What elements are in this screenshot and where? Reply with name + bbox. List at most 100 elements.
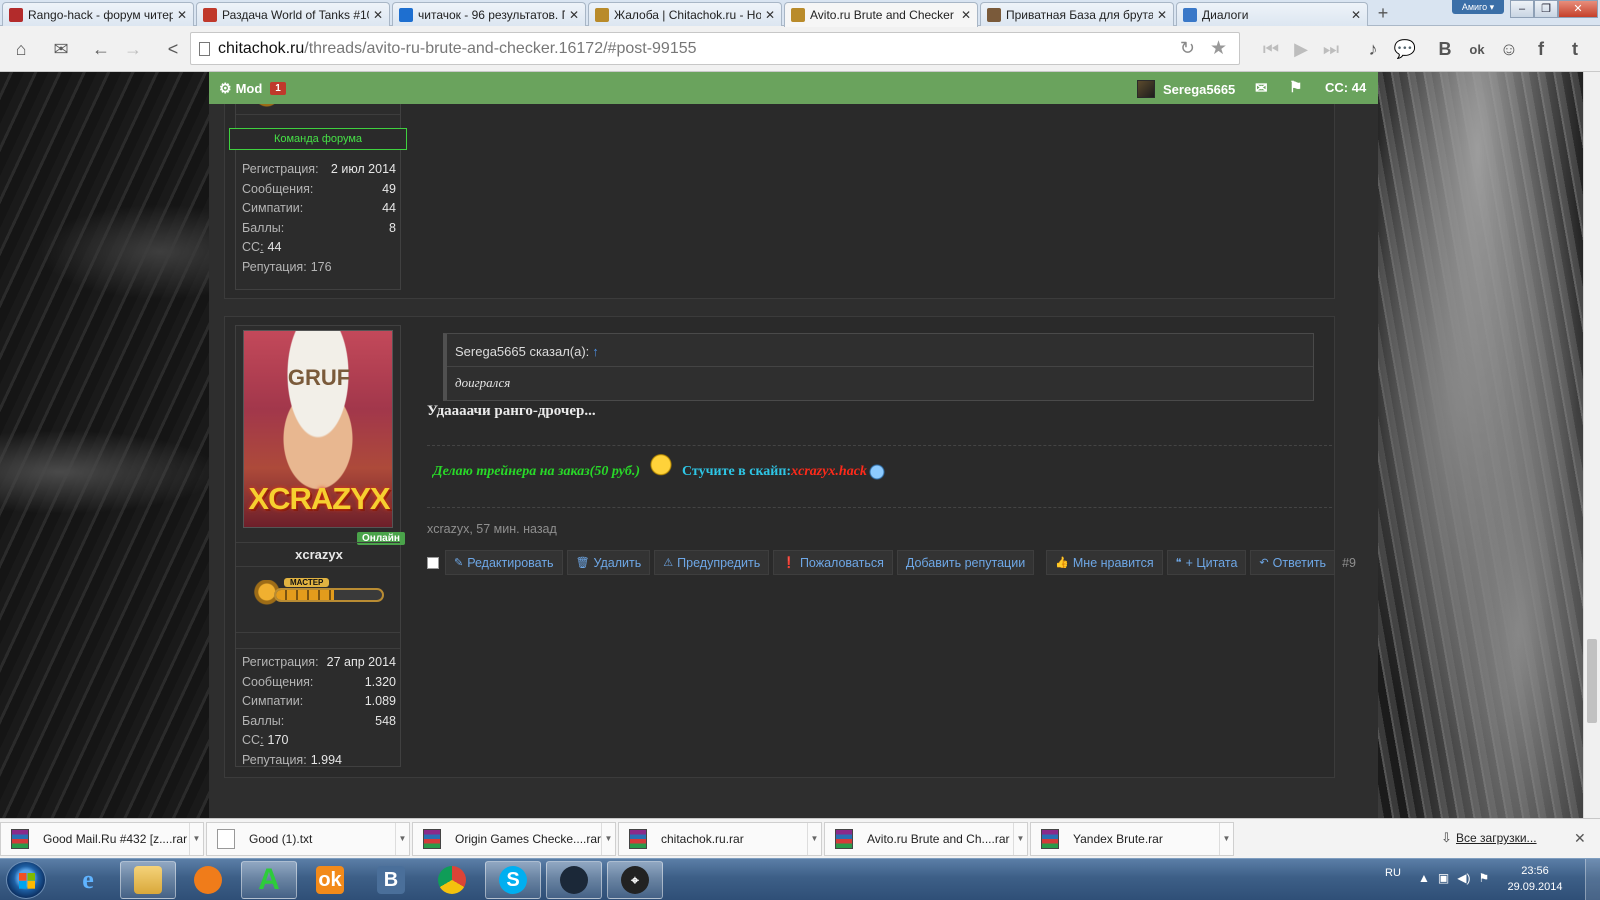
mod-menu[interactable]: ⚙ Mod 1 xyxy=(219,80,286,97)
window-close-button[interactable]: ✕ xyxy=(1558,0,1598,18)
amigo-menu-button[interactable]: Амиго ▾ xyxy=(1452,0,1504,14)
chevron-down-icon[interactable]: ▼ xyxy=(395,823,409,855)
page-scrollbar[interactable] xyxy=(1583,72,1600,818)
fast-forward-icon[interactable]: ⏭ xyxy=(1316,34,1346,64)
warn-button[interactable]: ⚠ Предупредить xyxy=(654,550,770,575)
vk-app-icon[interactable]: B xyxy=(363,861,419,899)
select-post-checkbox[interactable] xyxy=(427,556,439,569)
chevron-down-icon[interactable]: ▼ xyxy=(1219,823,1233,855)
user-avatar[interactable]: GRUF XCRAZYX xyxy=(243,330,393,528)
chevron-down-icon[interactable]: ▼ xyxy=(1013,823,1027,855)
add-reputation-button[interactable]: Добавить репутации xyxy=(896,550,1035,575)
start-button[interactable] xyxy=(6,861,46,899)
download-item[interactable]: Origin Games Checke....rar ▼ xyxy=(412,822,616,856)
delete-button[interactable]: 🗑 Удалить xyxy=(566,550,651,575)
download-filename: Yandex Brute.rar xyxy=(1073,832,1163,846)
close-icon[interactable]: ✕ xyxy=(569,8,579,22)
steam-icon[interactable] xyxy=(546,861,602,899)
volume-icon[interactable]: ◀) xyxy=(1457,871,1470,885)
post-meta[interactable]: xcrazyx, 57 мин. назад xyxy=(427,522,557,536)
download-item[interactable]: Yandex Brute.rar ▼ xyxy=(1030,822,1234,856)
forward-icon[interactable]: → xyxy=(118,34,148,64)
close-icon[interactable]: ✕ xyxy=(961,8,971,22)
download-item[interactable]: chitachok.ru.rar ▼ xyxy=(618,822,822,856)
download-item[interactable]: Good Mail.Ru #432 [z....rar ▼ xyxy=(0,822,204,856)
downloads-shelf: Good Mail.Ru #432 [z....rar ▼ Good (1).tx… xyxy=(0,818,1600,858)
music-icon[interactable]: ♪ xyxy=(1358,34,1388,64)
download-item[interactable]: Avito.ru Brute and Ch....rar ▼ xyxy=(824,822,1028,856)
action-center-icon[interactable]: ⚑ xyxy=(1478,871,1489,885)
friends-icon[interactable]: ☺ xyxy=(1494,34,1524,64)
chrome-icon[interactable] xyxy=(424,861,480,899)
maximize-button[interactable]: ❐ xyxy=(1534,0,1558,18)
tab-world-of-tanks[interactable]: Раздача World of Tanks #10 ✕ xyxy=(196,2,390,26)
all-downloads-link[interactable]: Все загрузки... xyxy=(1456,831,1537,845)
tab-avito-brute-active[interactable]: Avito.ru Brute and Checker | ✕ xyxy=(784,2,978,27)
show-desktop-button[interactable] xyxy=(1585,859,1600,900)
post-username[interactable]: xcrazyx xyxy=(236,547,402,562)
skype-icon[interactable]: S xyxy=(485,861,541,899)
close-icon[interactable]: ✕ xyxy=(765,8,775,22)
odnoklassniki-app-icon[interactable]: ok xyxy=(302,861,358,899)
forum-top-nav: ⚙ Mod 1 Serega5665 ✉ ⚑ CC: 44 xyxy=(209,72,1378,104)
vk-icon[interactable]: B xyxy=(1430,34,1460,64)
quote-jump-arrow-icon[interactable]: ↑ xyxy=(592,344,599,359)
message-previous: Команда форума Регистрация: 2 июл 2014 Со… xyxy=(224,72,1335,299)
tab-dialogs[interactable]: Диалоги ✕ xyxy=(1176,2,1368,26)
app-store-icon[interactable]: ⌖ xyxy=(607,861,663,899)
new-tab-button[interactable]: + xyxy=(1370,2,1396,24)
tab-search-results[interactable]: читачок - 96 результатов. П ✕ xyxy=(392,2,586,26)
home-icon[interactable]: ⌂ xyxy=(6,34,36,64)
bookmark-star-icon[interactable]: ★ xyxy=(1210,37,1227,60)
tab-rango-hack[interactable]: Rango-hack - форум читер ✕ xyxy=(2,2,194,26)
tab-label: Rango-hack - форум читер xyxy=(28,7,173,22)
chevron-down-icon[interactable]: ▼ xyxy=(189,823,203,855)
download-item[interactable]: Good (1).txt ▼ xyxy=(206,822,410,856)
edit-button[interactable]: ✎ Редактировать xyxy=(445,550,563,575)
odnoklassniki-icon[interactable]: ok xyxy=(1462,34,1492,64)
reload-icon[interactable]: ↻ xyxy=(1180,38,1195,59)
signature: Делаю трейнера на заказ(50 руб.) Стучите… xyxy=(433,453,885,485)
media-player-icon[interactable] xyxy=(180,861,236,899)
show-hidden-icons-icon[interactable]: ▲ xyxy=(1418,871,1430,885)
rar-file-icon xyxy=(835,829,853,849)
amigo-browser-icon[interactable]: A xyxy=(241,861,297,899)
share-icon[interactable]: < xyxy=(158,34,188,64)
like-button[interactable]: 👍 Мне нравится xyxy=(1046,550,1163,575)
close-icon[interactable]: ✕ xyxy=(1574,830,1586,847)
mail-icon[interactable]: ✉ xyxy=(46,34,76,64)
play-icon[interactable]: ▶ xyxy=(1286,34,1316,64)
internet-explorer-icon[interactable]: e xyxy=(60,861,116,899)
network-icon[interactable]: ▣ xyxy=(1438,871,1449,885)
facebook-icon[interactable]: f xyxy=(1526,34,1556,64)
language-indicator[interactable]: RU xyxy=(1385,867,1401,879)
quote-button[interactable]: ❝ + Цитата xyxy=(1166,550,1247,575)
clock-time: 23:56 xyxy=(1521,865,1549,877)
forum-content: Команда форума Регистрация: 2 июл 2014 Со… xyxy=(209,72,1378,818)
back-icon[interactable]: ← xyxy=(86,34,116,64)
chevron-down-icon[interactable]: ▼ xyxy=(601,823,615,855)
chat-icon[interactable]: 💬 xyxy=(1390,34,1420,64)
post-number[interactable]: #9 xyxy=(1342,556,1356,570)
alerts-flag-icon[interactable]: ⚑ xyxy=(1289,78,1302,96)
close-icon[interactable]: ✕ xyxy=(373,8,383,22)
cc-balance[interactable]: CC: 44 xyxy=(1325,80,1366,95)
rewind-icon[interactable]: ⏮ xyxy=(1256,34,1286,64)
warning-icon: ⚠ xyxy=(663,557,674,569)
chevron-down-icon[interactable]: ▼ xyxy=(807,823,821,855)
report-button[interactable]: ❗ Пожаловаться xyxy=(773,550,893,575)
system-clock[interactable]: 23:56 29.09.2014 xyxy=(1500,863,1570,895)
address-bar[interactable]: chitachok.ru/threads/avito-ru-brute-and-… xyxy=(190,32,1240,65)
tab-private-base[interactable]: Приватная База для брута | ✕ xyxy=(980,2,1174,26)
minimize-button[interactable]: – xyxy=(1510,0,1534,18)
file-explorer-icon[interactable] xyxy=(120,861,176,899)
inbox-icon[interactable]: ✉ xyxy=(1255,79,1268,97)
reply-button[interactable]: ↶ Ответить xyxy=(1250,550,1336,575)
scrollbar-thumb[interactable] xyxy=(1587,639,1597,723)
close-icon[interactable]: ✕ xyxy=(177,8,187,22)
account-menu[interactable]: Serega5665 xyxy=(1137,80,1235,98)
twitter-icon[interactable]: t xyxy=(1560,34,1590,64)
close-icon[interactable]: ✕ xyxy=(1351,8,1361,22)
close-icon[interactable]: ✕ xyxy=(1157,8,1167,22)
tab-complaint[interactable]: Жалоба | Chitachok.ru - Но ✕ xyxy=(588,2,782,26)
